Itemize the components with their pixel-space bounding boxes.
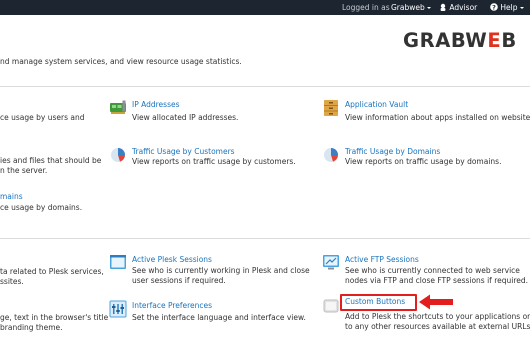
active-ftp-sessions-desc: nodes via FTP and close FTP sessions if … bbox=[345, 276, 529, 285]
user-name: Grabweb bbox=[391, 3, 425, 12]
svg-text:?: ? bbox=[492, 3, 496, 11]
interface-preferences-desc: Set the interface language and interface… bbox=[132, 313, 306, 322]
ftp-sessions-icon bbox=[323, 255, 339, 270]
ip-addresses-link[interactable]: IP Addresses bbox=[132, 100, 180, 110]
grabweb-logo: GRABWEB bbox=[403, 29, 517, 52]
help-label: Help bbox=[500, 3, 518, 12]
sessions-icon bbox=[110, 255, 126, 269]
active-ftp-sessions-desc: See who is currently connected to web se… bbox=[345, 266, 520, 275]
custom-buttons-desc: Add to Plesk the shortcuts to your appli… bbox=[345, 312, 530, 321]
left-item-desc: ge, text in the browser's title bbox=[0, 313, 109, 322]
advisor-label: Advisor bbox=[449, 3, 478, 12]
interface-preferences-icon bbox=[109, 300, 127, 318]
chevron-down-icon bbox=[426, 7, 431, 9]
logged-in-label: Logged in as bbox=[342, 3, 390, 12]
advisor-icon bbox=[440, 3, 446, 11]
user-menu[interactable]: Grabweb bbox=[391, 3, 431, 12]
left-item-desc: ce usage by domains. bbox=[0, 203, 83, 212]
section-divider bbox=[0, 238, 530, 239]
left-item-desc: n the server. bbox=[0, 166, 48, 175]
active-plesk-sessions-desc: user sessions if required. bbox=[132, 276, 226, 285]
application-vault-desc: View information about apps installed on… bbox=[345, 113, 530, 122]
custom-buttons-desc: to any other resources available at exte… bbox=[345, 322, 530, 331]
active-plesk-sessions-desc: See who is currently working in Plesk an… bbox=[132, 266, 310, 275]
application-vault-icon bbox=[324, 100, 338, 116]
advisor-button[interactable]: Advisor bbox=[439, 3, 477, 12]
section-divider bbox=[0, 86, 530, 87]
highlight-box bbox=[340, 294, 417, 311]
traffic-domains-link[interactable]: Traffic Usage by Domains bbox=[345, 147, 440, 157]
left-item-desc: ssites. bbox=[0, 277, 24, 286]
left-item-desc: ce usage by users and bbox=[0, 113, 85, 122]
traffic-customers-desc: View reports on traffic usage by custome… bbox=[132, 157, 296, 166]
traffic-pie-icon bbox=[324, 148, 338, 162]
top-bar: Logged in as Grabweb Advisor ? Help bbox=[0, 0, 530, 15]
left-item-desc: ta related to Plesk services, bbox=[0, 267, 104, 276]
help-icon: ? bbox=[490, 3, 498, 11]
help-menu[interactable]: ? Help bbox=[490, 3, 524, 12]
network-card-icon bbox=[110, 100, 126, 114]
traffic-customers-link[interactable]: Traffic Usage by Customers bbox=[132, 147, 235, 157]
ip-addresses-desc: View allocated IP addresses. bbox=[132, 113, 239, 122]
intro-text: nd manage system services, and view reso… bbox=[0, 57, 242, 66]
active-plesk-sessions-link[interactable]: Active Plesk Sessions bbox=[132, 255, 212, 265]
red-arrow-icon bbox=[419, 294, 453, 310]
application-vault-link[interactable]: Application Vault bbox=[345, 100, 408, 110]
interface-preferences-link[interactable]: Interface Preferences bbox=[132, 301, 212, 311]
traffic-domains-desc: View reports on traffic usage by domains… bbox=[345, 157, 502, 166]
custom-buttons-icon bbox=[323, 299, 339, 313]
left-item-desc: branding theme. bbox=[0, 323, 63, 332]
chevron-down-icon bbox=[519, 7, 524, 9]
left-item-link[interactable]: mains bbox=[0, 192, 23, 202]
left-item-desc: ies and files that should be bbox=[0, 156, 102, 165]
traffic-pie-icon bbox=[111, 148, 125, 162]
active-ftp-sessions-link[interactable]: Active FTP Sessions bbox=[345, 255, 419, 265]
